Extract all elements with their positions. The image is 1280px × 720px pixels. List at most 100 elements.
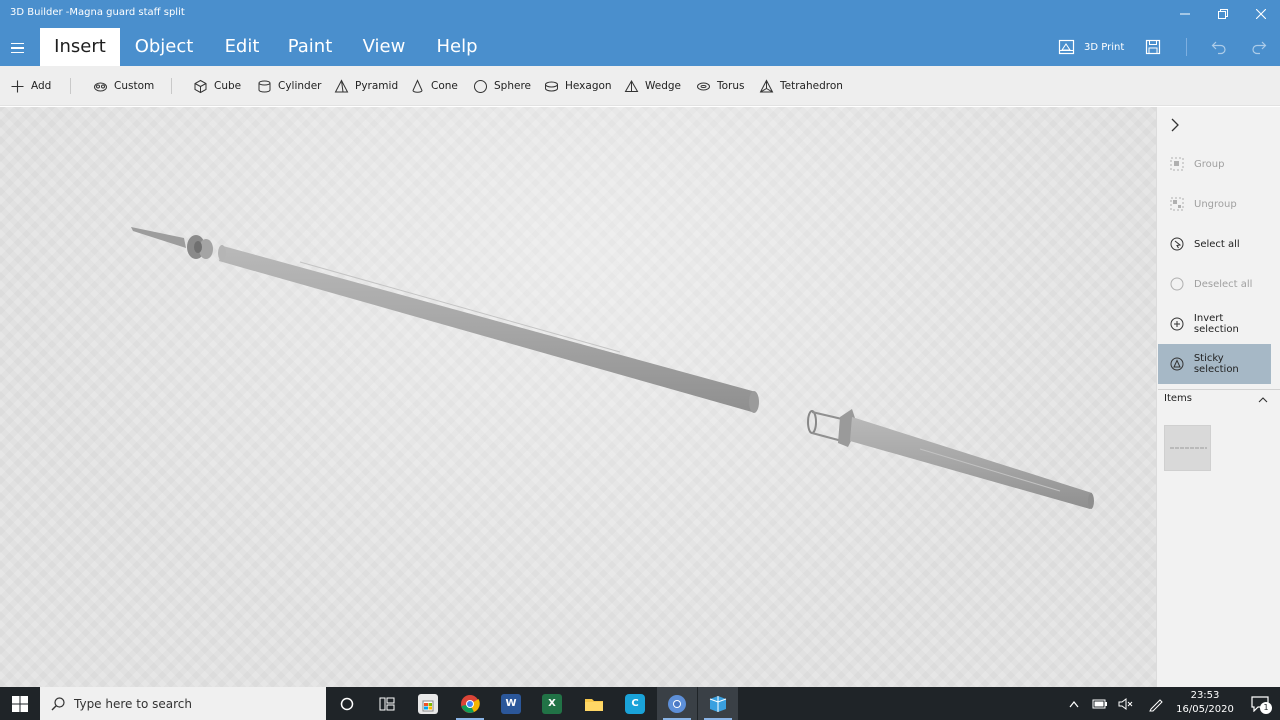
cube-label: Cube [214, 80, 242, 92]
chevron-right-icon [1171, 118, 1179, 132]
tab-view[interactable]: View [356, 28, 412, 66]
ungroup-label: Ungroup [1194, 198, 1237, 210]
ungroup-button[interactable]: Ungroup [1158, 184, 1271, 224]
tab-help[interactable]: Help [430, 28, 484, 66]
sticky-selection-button[interactable]: Sticky selection [1158, 344, 1271, 384]
sphere-button[interactable]: Sphere [473, 66, 531, 106]
pen-workspace-button[interactable] [1140, 687, 1172, 720]
3d-print-label: 3D Print [1084, 41, 1125, 53]
hexagon-button[interactable]: Hexagon [544, 66, 612, 106]
group-button[interactable]: Group [1158, 144, 1271, 184]
collapse-panel-button[interactable] [1169, 117, 1181, 136]
close-button[interactable] [1242, 0, 1280, 28]
select-all-icon [1169, 236, 1185, 252]
invert-selection-label: Invert selection [1193, 313, 1239, 335]
action-center-button[interactable]: 1 [1240, 687, 1280, 720]
word-icon: W [501, 693, 521, 714]
system-clock[interactable]: 23:53 16/05/2020 [1172, 689, 1238, 717]
word-taskbar-button[interactable]: W [491, 687, 531, 720]
insert-toolbar: Add Custom Cube Cylinder Pyramid Cone Sp… [0, 66, 1280, 106]
cortana-circle-icon [340, 697, 354, 710]
tab-object[interactable]: Object [128, 28, 200, 66]
ribbon-tabs: Insert Object Edit Paint View Help 3D Pr… [0, 28, 1280, 66]
deselect-all-button[interactable]: Deselect all [1158, 264, 1271, 304]
staff-model[interactable] [0, 107, 1156, 687]
torus-button[interactable]: Torus [696, 66, 745, 106]
toolbar-divider [1186, 38, 1187, 56]
sticky-selection-icon [1169, 356, 1185, 372]
3d-viewport[interactable] [0, 107, 1156, 687]
chrome-taskbar-button[interactable] [450, 687, 490, 720]
minimize-button[interactable] [1166, 0, 1204, 28]
select-all-button[interactable]: Select all [1158, 224, 1271, 264]
cube-icon [194, 79, 207, 93]
cube-button[interactable]: Cube [193, 66, 241, 106]
folder-icon [585, 698, 603, 711]
sphere-icon [474, 79, 487, 93]
taskbar-search[interactable]: Type here to search [40, 687, 326, 720]
deselect-all-label: Deselect all [1194, 278, 1253, 290]
cylinder-button[interactable]: Cylinder [257, 66, 321, 106]
restore-icon [1218, 9, 1228, 19]
printer-icon [1058, 39, 1075, 55]
item-thumbnail[interactable] [1164, 425, 1211, 471]
redo-button[interactable] [1251, 28, 1267, 66]
clock-date: 16/05/2020 [1176, 704, 1234, 715]
hamburger-menu-icon[interactable] [8, 38, 28, 58]
clock-time: 23:53 [1190, 690, 1220, 701]
tab-edit[interactable]: Edit [216, 28, 268, 66]
close-icon [1256, 9, 1266, 19]
custom-button[interactable]: Custom [93, 66, 154, 106]
staff-left-tip[interactable] [131, 227, 213, 259]
task-view-icon [379, 697, 395, 710]
volume-button[interactable] [1110, 687, 1142, 720]
pyramid-button[interactable]: Pyramid [334, 66, 398, 106]
items-label: Items [1164, 393, 1192, 404]
title-bar: 3D Builder -Magna guard staff split [0, 0, 1280, 28]
items-section-header[interactable]: Items [1158, 389, 1280, 411]
undo-button[interactable] [1211, 28, 1227, 66]
custom-shape-icon [94, 82, 107, 91]
staff-shaft[interactable] [218, 245, 759, 413]
chevron-up-icon [1069, 700, 1079, 707]
search-icon [51, 696, 65, 710]
file-explorer-taskbar-button[interactable] [574, 687, 614, 720]
toolbar-separator [70, 78, 71, 94]
plus-icon [11, 80, 24, 92]
save-button[interactable] [1145, 28, 1161, 66]
tab-paint[interactable]: Paint [282, 28, 338, 66]
staff-right-head[interactable] [807, 409, 1094, 509]
windows-logo-icon [12, 695, 28, 712]
volume-muted-icon [1118, 697, 1133, 710]
start-button[interactable] [0, 687, 40, 720]
chrome-icon [461, 694, 480, 713]
excel-taskbar-button[interactable]: X [532, 687, 572, 720]
task-view-button[interactable] [367, 687, 407, 720]
tetrahedron-button[interactable]: Tetrahedron [759, 66, 843, 106]
maximize-button[interactable] [1204, 0, 1242, 28]
tab-insert[interactable]: Insert [40, 28, 120, 66]
cortana-button[interactable] [327, 687, 367, 720]
hexagon-label: Hexagon [565, 80, 612, 92]
chrome-2-taskbar-button[interactable] [657, 687, 697, 720]
select-all-label: Select all [1194, 238, 1240, 250]
notification-count: 1 [1260, 702, 1272, 714]
3d-print-button[interactable]: 3D Print [1058, 28, 1124, 66]
save-icon [1145, 39, 1161, 55]
invert-selection-button[interactable]: Invert selection [1158, 304, 1271, 344]
minimize-icon [1180, 13, 1190, 15]
store-taskbar-button[interactable] [408, 687, 448, 720]
ccleaner-taskbar-button[interactable]: C [615, 687, 655, 720]
toolbar-separator [171, 78, 172, 94]
3d-builder-taskbar-button[interactable] [698, 687, 738, 720]
invert-selection-icon [1169, 316, 1185, 332]
cone-button[interactable]: Cone [410, 66, 458, 106]
pyramid-label: Pyramid [355, 80, 399, 92]
cylinder-icon [258, 80, 271, 92]
cylinder-label: Cylinder [278, 80, 322, 92]
custom-label: Custom [114, 80, 155, 92]
wedge-label: Wedge [645, 80, 682, 92]
sticky-selection-label: Sticky selection [1193, 353, 1239, 375]
wedge-button[interactable]: Wedge [624, 66, 681, 106]
add-button[interactable]: Add [10, 66, 51, 106]
